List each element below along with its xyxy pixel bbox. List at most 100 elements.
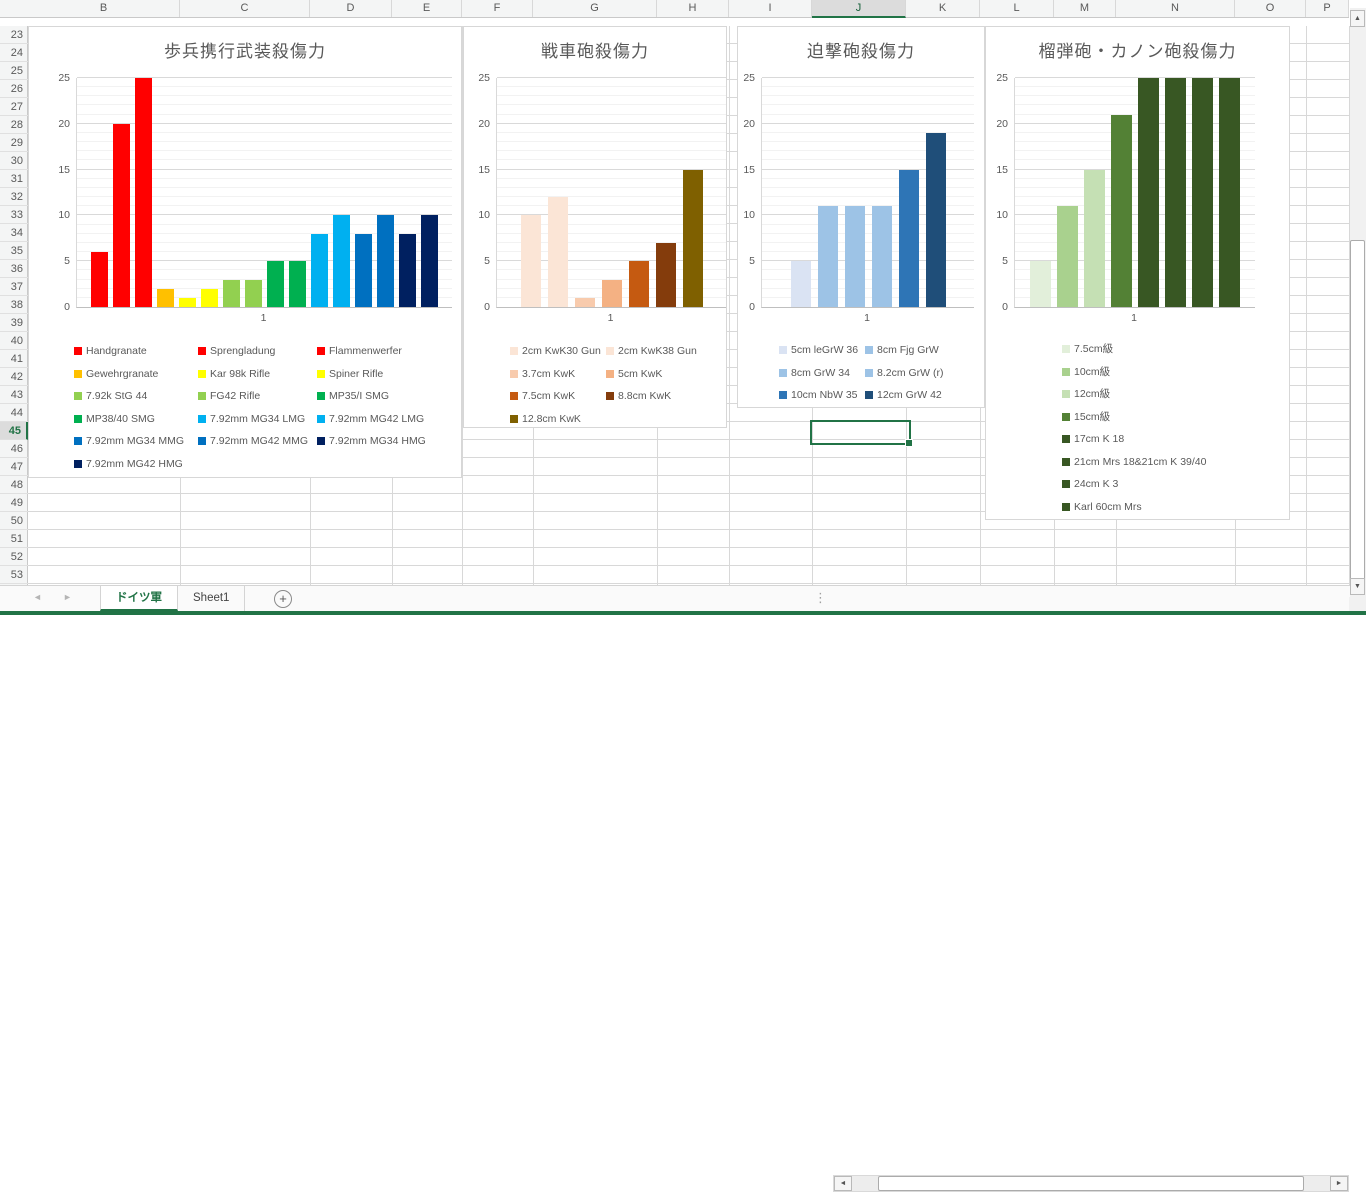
bar[interactable] [575, 298, 595, 307]
bar[interactable] [245, 280, 262, 307]
legend-item[interactable]: Handgranate [74, 345, 194, 357]
chart-howitzer-cannons[interactable]: 榴弾砲・カノン砲殺傷力051015202517.5cm級10cm級12cm級15… [985, 26, 1290, 520]
legend-item[interactable]: 7.92mm MG42 LMG [317, 413, 426, 425]
next-sheet-icon[interactable]: ► [63, 592, 72, 602]
legend-item[interactable]: Spiner Rifle [317, 368, 426, 380]
row-header-34[interactable]: 34 [0, 224, 28, 242]
row-header-24[interactable]: 24 [0, 44, 28, 62]
row-header-47[interactable]: 47 [0, 458, 28, 476]
column-header-E[interactable]: E [392, 0, 462, 17]
horizontal-scrollbar-thumb[interactable] [878, 1176, 1304, 1191]
scroll-down-icon[interactable]: ▼ [1350, 578, 1365, 595]
row-header-46[interactable]: 46 [0, 440, 28, 458]
row-header-43[interactable]: 43 [0, 386, 28, 404]
prev-sheet-icon[interactable]: ◄ [33, 592, 42, 602]
bar[interactable] [1165, 78, 1186, 307]
row-header-51[interactable]: 51 [0, 530, 28, 548]
chart-infantry-weapons[interactable]: 歩兵携行武装殺傷力05101520251HandgranateSprenglad… [28, 26, 462, 478]
horizontal-scrollbar[interactable]: ◄ ► [833, 1175, 1349, 1192]
column-header-N[interactable]: N [1116, 0, 1235, 17]
row-header-52[interactable]: 52 [0, 548, 28, 566]
legend-item[interactable]: 17cm K 18 [1062, 433, 1206, 445]
bar[interactable] [201, 289, 218, 307]
legend-item[interactable]: 7.5cm KwK [510, 390, 602, 402]
bar[interactable] [157, 289, 174, 307]
column-header-M[interactable]: M [1054, 0, 1116, 17]
bar[interactable] [1192, 78, 1213, 307]
column-header-L[interactable]: L [980, 0, 1054, 17]
bar[interactable] [91, 252, 108, 307]
column-header-J[interactable]: J [812, 0, 906, 18]
legend-item[interactable]: 15cm級 [1062, 411, 1206, 423]
row-header-36[interactable]: 36 [0, 260, 28, 278]
row-header-44[interactable]: 44 [0, 404, 28, 422]
vertical-scrollbar-thumb[interactable] [1350, 240, 1365, 583]
bar[interactable] [791, 261, 811, 307]
row-header-48[interactable]: 48 [0, 476, 28, 494]
bar[interactable] [926, 133, 946, 307]
legend-item[interactable]: Karl 60cm Mrs [1062, 501, 1206, 513]
row-header-38[interactable]: 38 [0, 296, 28, 314]
legend-item[interactable]: 10cm NbW 35 [779, 389, 861, 401]
legend-item[interactable]: 2cm KwK30 Gun [510, 345, 602, 357]
bar[interactable] [113, 124, 130, 307]
scroll-right-icon[interactable]: ► [1330, 1176, 1348, 1191]
bar[interactable] [421, 215, 438, 307]
sheet-tab-active[interactable]: ドイツ軍 [100, 586, 178, 611]
row-header-33[interactable]: 33 [0, 206, 28, 224]
bar[interactable] [1138, 78, 1159, 307]
legend-item[interactable]: 2cm KwK38 Gun [606, 345, 697, 357]
row-header-53[interactable]: 53 [0, 566, 28, 584]
bar[interactable] [683, 170, 703, 307]
row-header-32[interactable]: 32 [0, 188, 28, 206]
legend-item[interactable]: MP38/40 SMG [74, 413, 194, 425]
legend-item[interactable]: 5cm KwK [606, 368, 697, 380]
row-header-31[interactable]: 31 [0, 170, 28, 188]
legend-item[interactable]: Gewehrgranate [74, 368, 194, 380]
bar[interactable] [656, 243, 676, 307]
row-header-49[interactable]: 49 [0, 494, 28, 512]
column-header-P[interactable]: P [1306, 0, 1349, 17]
legend-item[interactable]: 7.92mm MG42 HMG [74, 458, 194, 470]
legend-item[interactable]: Flammenwerfer [317, 345, 426, 357]
row-header-35[interactable]: 35 [0, 242, 28, 260]
column-header-O[interactable]: O [1235, 0, 1306, 17]
column-header-F[interactable]: F [462, 0, 533, 17]
bar[interactable] [629, 261, 649, 307]
legend-item[interactable]: Sprengladung [198, 345, 313, 357]
bar[interactable] [333, 215, 350, 307]
row-header-23[interactable]: 23 [0, 26, 28, 44]
bar[interactable] [377, 215, 394, 307]
scroll-left-icon[interactable]: ◄ [834, 1176, 852, 1191]
bar[interactable] [289, 261, 306, 307]
row-header-50[interactable]: 50 [0, 512, 28, 530]
legend-item[interactable]: 10cm級 [1062, 366, 1206, 378]
bar[interactable] [223, 280, 240, 307]
legend-item[interactable]: 5cm leGrW 36 [779, 344, 861, 356]
row-header-45[interactable]: 45 [0, 422, 28, 440]
bar[interactable] [548, 197, 568, 307]
legend-item[interactable]: 7.92k StG 44 [74, 390, 194, 402]
legend-item[interactable]: 12cm GrW 42 [865, 389, 944, 401]
column-header-G[interactable]: G [533, 0, 657, 17]
legend-item[interactable]: 7.92mm MG34 LMG [198, 413, 313, 425]
row-header-30[interactable]: 30 [0, 152, 28, 170]
column-header-D[interactable]: D [310, 0, 392, 17]
row-header-25[interactable]: 25 [0, 62, 28, 80]
bar[interactable] [311, 234, 328, 307]
legend-item[interactable]: 8cm GrW 34 [779, 367, 861, 379]
add-sheet-button[interactable]: + [274, 590, 292, 608]
legend-item[interactable]: 21cm Mrs 18&21cm K 39/40 [1062, 456, 1206, 468]
vertical-scrollbar[interactable]: ▲ ▼ [1350, 8, 1366, 597]
row-header-29[interactable]: 29 [0, 134, 28, 152]
bar[interactable] [179, 298, 196, 307]
row-header-39[interactable]: 39 [0, 314, 28, 332]
fill-handle[interactable] [905, 439, 913, 447]
bar[interactable] [1084, 170, 1105, 307]
legend-item[interactable]: 12.8cm KwK [510, 413, 602, 425]
row-header-37[interactable]: 37 [0, 278, 28, 296]
row-header-26[interactable]: 26 [0, 80, 28, 98]
selected-cell[interactable] [810, 420, 911, 445]
bar[interactable] [1111, 115, 1132, 307]
column-header-B[interactable]: B [28, 0, 180, 17]
